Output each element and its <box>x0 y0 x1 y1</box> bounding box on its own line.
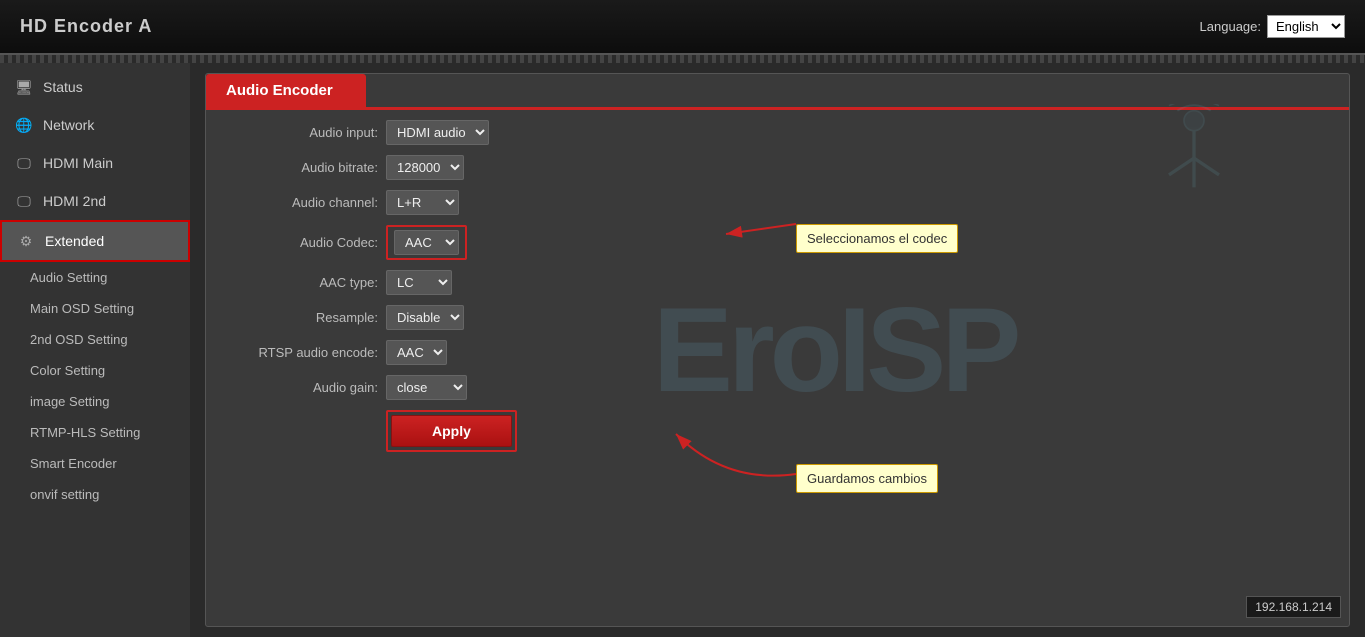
sidebar-sub-label-2nd-osd: 2nd OSD Setting <box>30 332 128 347</box>
monitor-icon: 🖥 <box>15 78 33 96</box>
sidebar-sub-label-onvif: onvif setting <box>30 487 99 502</box>
label-audio-input: Audio input: <box>226 125 386 140</box>
sidebar: 🖥 Status 🌐 Network 🖵 HDMI Main 🖵 HDMI 2n… <box>0 63 190 637</box>
row-audio-channel: Audio channel: L+R L R Stereo <box>226 190 1329 215</box>
sidebar-label-hdmi-main: HDMI Main <box>43 155 113 171</box>
select-audio-input[interactable]: HDMI audio Line In Mic <box>386 120 489 145</box>
tv-icon-2nd: 🖵 <box>15 192 33 210</box>
codec-highlight-box: AAC MP3 G711 <box>386 225 467 260</box>
sidebar-item-network[interactable]: 🌐 Network <box>0 106 190 144</box>
header-divider <box>0 55 1365 63</box>
row-rtsp-audio: RTSP audio encode: AAC MP3 <box>226 340 1329 365</box>
gear-icon: ⚙ <box>17 232 35 250</box>
header: HD Encoder A Language: English Chinese <box>0 0 1365 55</box>
language-label: Language: <box>1200 19 1261 34</box>
sidebar-sub-image-setting[interactable]: image Setting <box>0 386 190 417</box>
label-resample: Resample: <box>226 310 386 325</box>
sidebar-sub-rtmp-hls[interactable]: RTMP-HLS Setting <box>0 417 190 448</box>
label-audio-channel: Audio channel: <box>226 195 386 210</box>
app-title: HD Encoder A <box>20 16 152 37</box>
callout-codec: Seleccionamos el codec <box>796 224 958 253</box>
sidebar-item-hdmi-2nd[interactable]: 🖵 HDMI 2nd <box>0 182 190 220</box>
sidebar-sub-2nd-osd[interactable]: 2nd OSD Setting <box>0 324 190 355</box>
sidebar-label-extended: Extended <box>45 233 104 249</box>
ip-address-badge: 192.168.1.214 <box>1246 596 1341 618</box>
sidebar-sub-color-setting[interactable]: Color Setting <box>0 355 190 386</box>
sidebar-label-network: Network <box>43 117 94 133</box>
tab-bar: Audio Encoder <box>206 74 1349 110</box>
select-audio-codec[interactable]: AAC MP3 G711 <box>394 230 459 255</box>
select-resample[interactable]: Disable Enable <box>386 305 464 330</box>
tv-icon-main: 🖵 <box>15 154 33 172</box>
sidebar-sub-label-audio: Audio Setting <box>30 270 107 285</box>
globe-icon: 🌐 <box>15 116 33 134</box>
select-aac-type[interactable]: LC HE HEv2 <box>386 270 452 295</box>
row-audio-input: Audio input: HDMI audio Line In Mic <box>226 120 1329 145</box>
sidebar-sub-label-main-osd: Main OSD Setting <box>30 301 134 316</box>
sidebar-label-status: Status <box>43 79 83 95</box>
select-audio-bitrate[interactable]: 64000 128000 256000 <box>386 155 464 180</box>
select-audio-channel[interactable]: L+R L R Stereo <box>386 190 459 215</box>
label-audio-gain: Audio gain: <box>226 380 386 395</box>
content-area: EroISP Audio Encoder Audio input: <box>190 63 1365 637</box>
sidebar-sub-label-image: image Setting <box>30 394 110 409</box>
callout-apply: Guardamos cambios <box>796 464 938 493</box>
main-layout: 🖥 Status 🌐 Network 🖵 HDMI Main 🖵 HDMI 2n… <box>0 63 1365 637</box>
sidebar-label-hdmi-2nd: HDMI 2nd <box>43 193 106 209</box>
sidebar-sub-smart-encoder[interactable]: Smart Encoder <box>0 448 190 479</box>
row-audio-bitrate: Audio bitrate: 64000 128000 256000 <box>226 155 1329 180</box>
sidebar-sub-onvif[interactable]: onvif setting <box>0 479 190 510</box>
label-aac-type: AAC type: <box>226 275 386 290</box>
language-selector[interactable]: Language: English Chinese <box>1200 15 1345 38</box>
apply-button[interactable]: Apply <box>391 415 512 447</box>
language-dropdown[interactable]: English Chinese <box>1267 15 1345 38</box>
row-audio-codec: Audio Codec: AAC MP3 G711 <box>226 225 1329 260</box>
sidebar-sub-audio-setting[interactable]: Audio Setting <box>0 262 190 293</box>
sidebar-sub-label-rtmp: RTMP-HLS Setting <box>30 425 140 440</box>
form-area: Audio input: HDMI audio Line In Mic Audi… <box>206 110 1349 472</box>
row-audio-gain: Audio gain: close low medium high <box>226 375 1329 400</box>
sidebar-sub-label-smart: Smart Encoder <box>30 456 117 471</box>
tab-audio-encoder[interactable]: Audio Encoder <box>206 74 366 107</box>
apply-button-box: Apply <box>386 410 517 452</box>
row-resample: Resample: Disable Enable <box>226 305 1329 330</box>
select-audio-gain[interactable]: close low medium high <box>386 375 467 400</box>
sidebar-item-hdmi-main[interactable]: 🖵 HDMI Main <box>0 144 190 182</box>
row-aac-type: AAC type: LC HE HEv2 <box>226 270 1329 295</box>
content-wrapper: EroISP Audio Encoder Audio input: <box>205 73 1350 627</box>
label-rtsp-audio: RTSP audio encode: <box>226 345 386 360</box>
sidebar-item-extended[interactable]: ⚙ Extended <box>0 220 190 262</box>
label-audio-bitrate: Audio bitrate: <box>226 160 386 175</box>
sidebar-sub-label-color: Color Setting <box>30 363 105 378</box>
label-audio-codec: Audio Codec: <box>226 235 386 250</box>
row-apply: Apply <box>226 410 1329 452</box>
sidebar-sub-main-osd[interactable]: Main OSD Setting <box>0 293 190 324</box>
select-rtsp-audio[interactable]: AAC MP3 <box>386 340 447 365</box>
sidebar-item-status[interactable]: 🖥 Status <box>0 68 190 106</box>
